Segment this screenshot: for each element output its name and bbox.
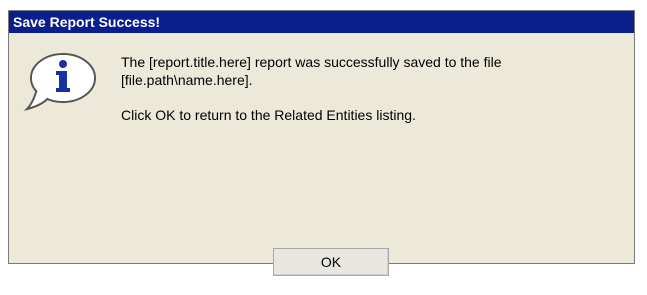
message-area: The [report.title.here] report was succe… (121, 53, 621, 124)
message-instruction-text: Click OK to return to the Related Entiti… (121, 107, 416, 123)
ok-button[interactable]: OK (273, 248, 389, 276)
save-report-dialog: Save Report Success! The [report.title.h… (8, 10, 635, 276)
info-icon (23, 53, 96, 111)
message-saved-text: The [report.title.here] report was succe… (121, 54, 502, 88)
dialog-title: Save Report Success! (9, 11, 634, 33)
